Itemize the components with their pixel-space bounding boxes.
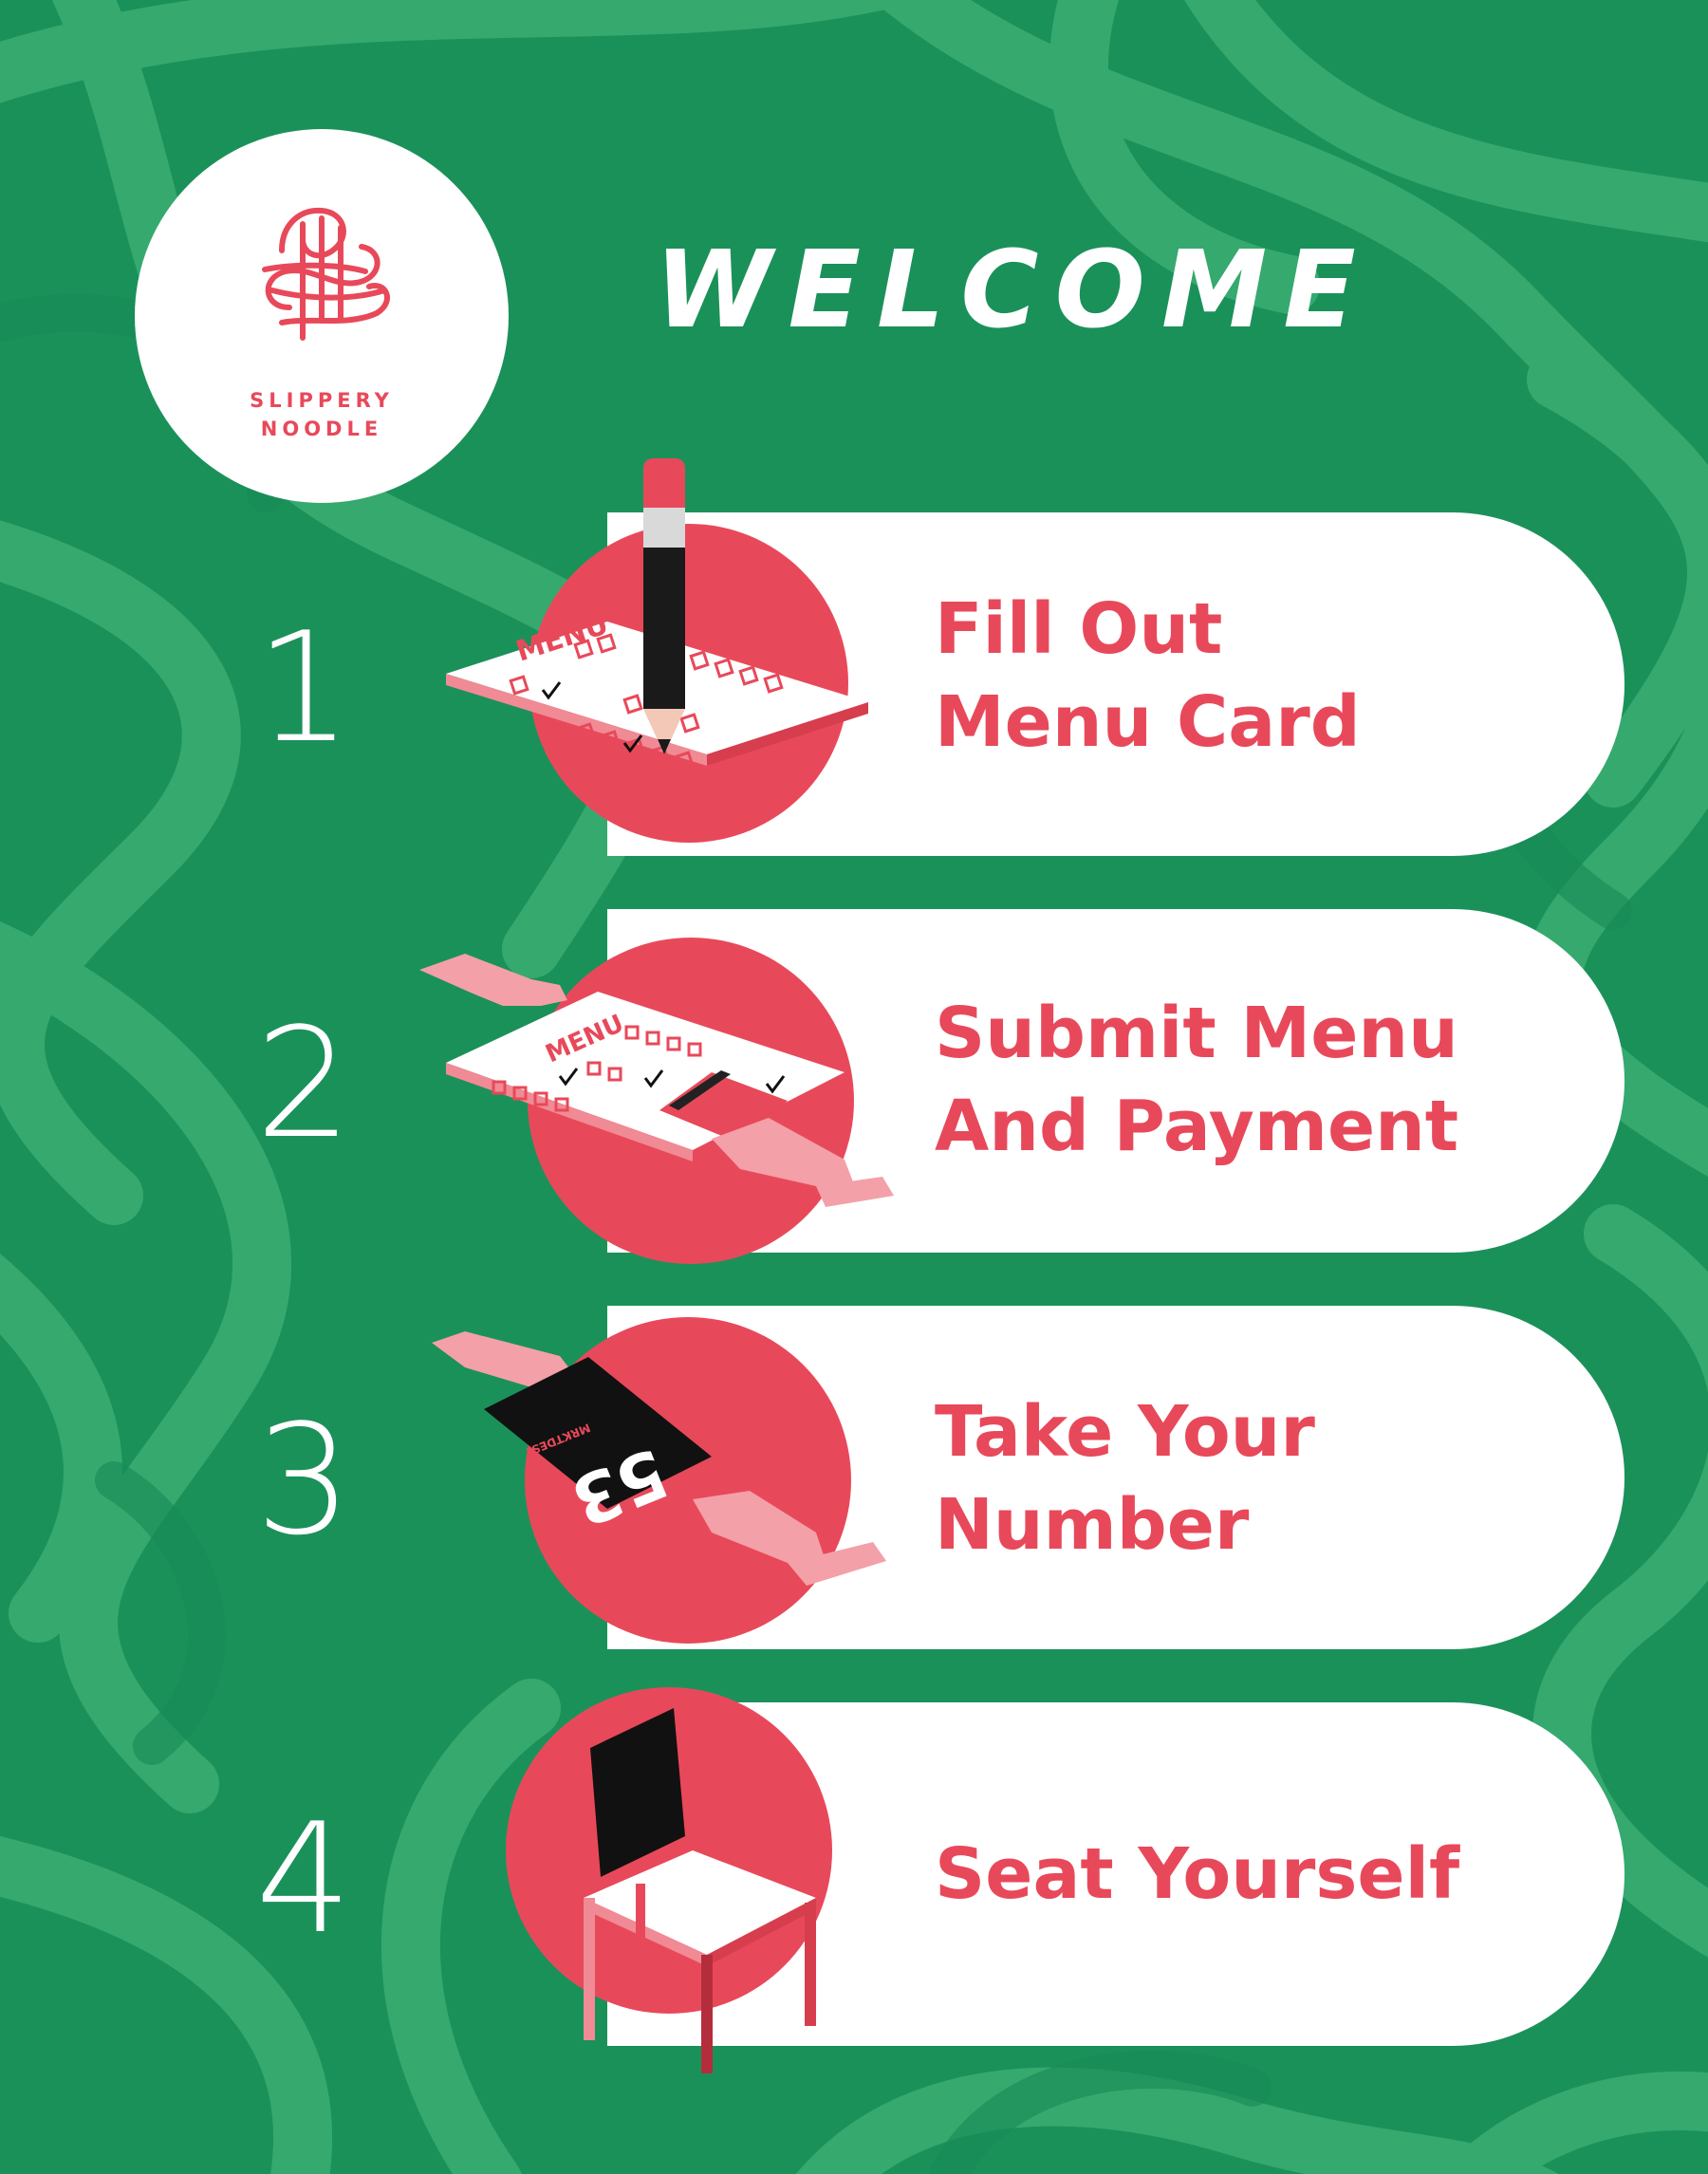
step-number-4: 4 (255, 1790, 352, 1967)
pencil-menu-card-icon: MENU (446, 458, 868, 843)
step-label-3-line1: Take Your (935, 1391, 1315, 1473)
welcome-poster: SLIPPERY NOODLE WELCOME 1 2 3 4 Fill Out… (0, 0, 1708, 2174)
hands-number-tag-icon: 53 MRKTDEST (432, 1317, 886, 1644)
step-label-2-line2: And Payment (935, 1086, 1459, 1167)
step-number-2: 2 (255, 994, 352, 1172)
step-label-1-line1: Fill Out (935, 588, 1223, 670)
hands-menu-payment-card-icon: MENU (419, 938, 894, 1264)
step-label-1: Fill Out Menu Card (935, 583, 1361, 769)
step-label-4: Seat Yourself (935, 1828, 1459, 1921)
step-label-1-line2: Menu Card (935, 681, 1361, 763)
page-title: WELCOME (655, 229, 1372, 352)
step-number-1: 1 (255, 599, 352, 776)
step-label-4-line1: Seat Yourself (935, 1833, 1460, 1915)
logo-text-line1: SLIPPERY (250, 389, 394, 412)
step-label-2-line1: Submit Menu (935, 993, 1458, 1074)
step-label-2: Submit Menu And Payment (935, 987, 1458, 1173)
logo-text-line2: NOODLE (260, 418, 383, 440)
step-label-3: Take Your Number (935, 1385, 1315, 1571)
step-number-3: 3 (255, 1391, 352, 1569)
noodle-knot-logo-icon (262, 207, 390, 341)
step-label-3-line2: Number (935, 1484, 1250, 1566)
chair-icon (506, 1687, 832, 2073)
